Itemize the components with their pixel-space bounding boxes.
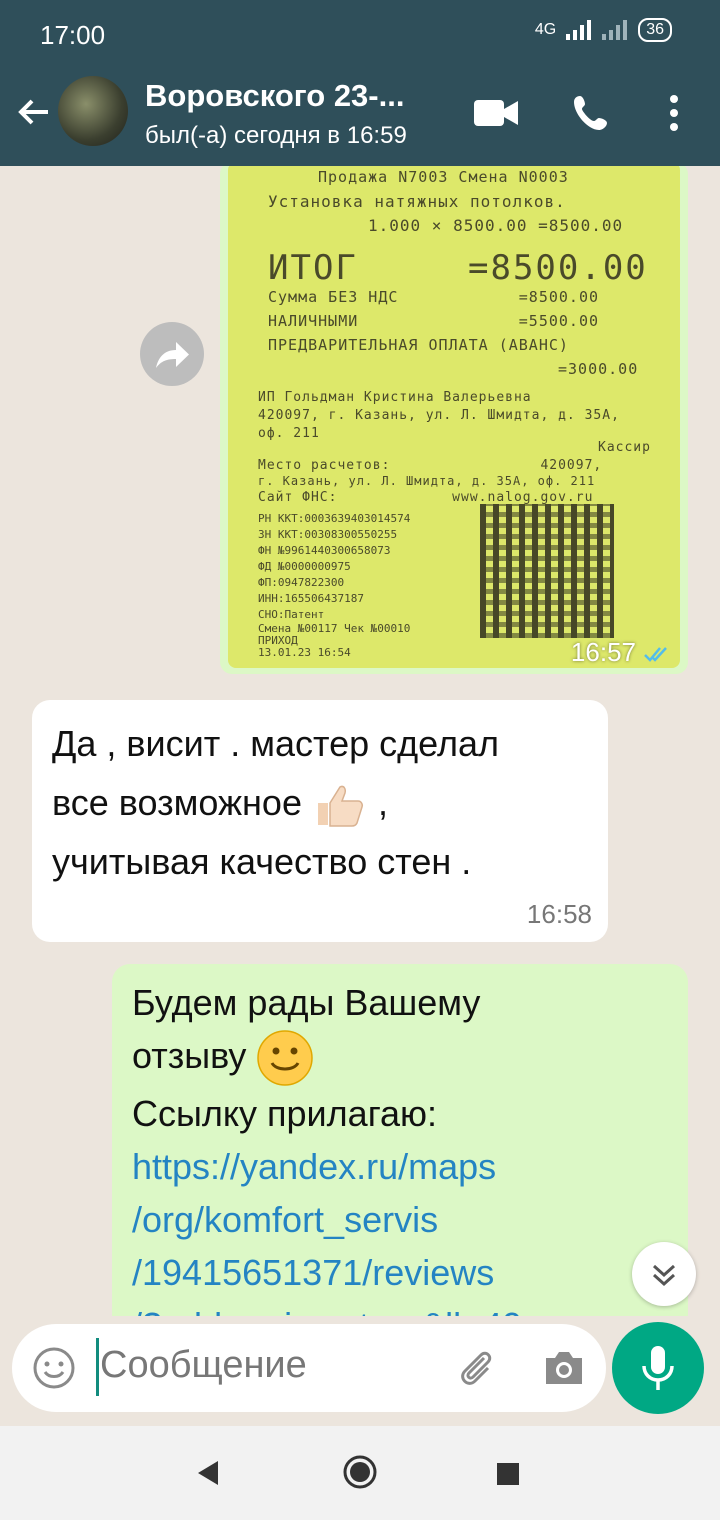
message-line: Будем рады Вашему — [132, 982, 481, 1023]
receipt-line: ЗН ККТ:00308300550255 — [258, 528, 398, 541]
receipt-line: ФН №9961440300658073 — [258, 544, 391, 557]
receipt-line: ИП Гольдман Кристина Валерьевна — [258, 390, 532, 405]
receipt-line: Место расчетов: 420097, — [258, 458, 603, 473]
chat-header: Воровского 23-... был(-а) сегодня в 16:5… — [0, 68, 720, 166]
thumbs-up-emoji — [317, 786, 363, 828]
message-time: 16:58 — [526, 899, 592, 929]
receipt-line: Установка натяжных потолков. — [268, 192, 566, 211]
signal-icon — [566, 20, 592, 40]
forward-button[interactable] — [140, 322, 204, 386]
more-icon[interactable] — [668, 94, 680, 132]
receipt-line: СНО:Патент — [258, 608, 325, 621]
receipt-line: ФП:0947822300 — [258, 576, 345, 589]
message-line: Да , висит . мастер сделал — [52, 723, 500, 764]
nav-back-icon[interactable] — [196, 1460, 220, 1486]
review-link-part[interactable]: /org/komfort_servis — [132, 1193, 672, 1246]
receipt-line: 420097, г. Казань, ул. Л. Шмидта, д. 35А… — [258, 408, 620, 423]
message-line-text: отзыву — [132, 1035, 247, 1076]
smile-emoji — [257, 1030, 314, 1087]
message-line-2: отзыву — [132, 1029, 672, 1087]
receipt-line: оф. 211 — [258, 426, 320, 441]
receipt-line: Сайт ФНС: www.nalog.gov.ru — [258, 490, 594, 505]
qr-code — [480, 504, 614, 638]
forward-icon — [156, 342, 189, 368]
receipt-line: г. Казань, ул. Л. Шмидта, д. 35А, оф. 21… — [258, 474, 596, 488]
message-input[interactable]: Сообщение — [100, 1344, 307, 1387]
message-text: Будем рады Вашему отзыву Ссылку прилагаю… — [132, 976, 672, 1316]
image-message[interactable]: Продажа N7003 Смена N0003 Установка натя… — [220, 166, 688, 674]
attach-icon[interactable] — [454, 1346, 500, 1392]
mic-button[interactable] — [612, 1322, 704, 1414]
camera-icon[interactable] — [542, 1348, 586, 1388]
receipt-total-label: ИТОГ — [268, 248, 358, 288]
contact-name[interactable]: Воровского 23-... — [145, 78, 404, 114]
nav-recents-icon[interactable] — [496, 1462, 520, 1486]
phone-icon[interactable] — [574, 94, 610, 132]
receipt-line: НАЛИЧНЫМИ =5500.00 — [268, 312, 600, 330]
receipt-line: =3000.00 — [558, 360, 639, 378]
signal-2-icon — [602, 20, 628, 40]
message-line-tail: , — [378, 782, 389, 823]
receipt-line: Продажа N7003 Смена N0003 — [318, 168, 569, 186]
video-call-icon[interactable] — [474, 98, 518, 128]
last-seen: был(-а) сегодня в 16:59 — [145, 122, 407, 149]
receipt-line: Сумма БЕЗ НДС =8500.00 — [268, 288, 600, 306]
receipt-total-value: =8500.00 — [468, 248, 648, 288]
message-text: Да , висит . мастер сделал все возможное… — [52, 714, 592, 891]
double-check-icon — [644, 647, 667, 662]
emoji-icon[interactable] — [32, 1346, 76, 1390]
receipt-line: 13.01.23 16:54 — [258, 646, 351, 659]
message-line-3: учитывая качество стен . — [52, 841, 472, 882]
receipt-line: ФД №0000000975 — [258, 560, 351, 573]
review-link-part[interactable]: /19415651371/reviews — [132, 1246, 672, 1299]
system-nav-bar — [0, 1426, 720, 1520]
status-time: 17:00 — [40, 20, 106, 50]
message-line-text: все возможное — [52, 782, 302, 823]
battery-icon: 36 — [638, 18, 672, 42]
message-line-2: все возможное , — [52, 773, 592, 832]
text-cursor — [96, 1338, 99, 1396]
receipt-line: Кассир — [598, 440, 651, 455]
chat-area[interactable]: Продажа N7003 Смена N0003 Установка натя… — [0, 166, 720, 1316]
status-icons: 4G 36 — [535, 18, 672, 42]
network-label: 4G — [534, 21, 557, 38]
message-composer[interactable]: Сообщение — [12, 1324, 606, 1412]
avatar[interactable] — [58, 76, 128, 146]
mic-icon — [642, 1346, 674, 1390]
nav-home-icon[interactable] — [342, 1454, 378, 1490]
receipt-line: ПРЕДВАРИТЕЛЬНАЯ ОПЛАТА (АВАНС) — [268, 336, 569, 354]
review-link[interactable]: https://yandex.ru/maps /org/komfort_serv… — [132, 1140, 672, 1316]
review-link-part[interactable]: /?add-review=true&ll=49 — [132, 1299, 672, 1316]
receipt-line: 1.000 × 8500.00 =8500.00 — [368, 216, 624, 235]
scroll-down-button[interactable] — [632, 1242, 696, 1306]
back-arrow-icon[interactable] — [14, 92, 54, 132]
message-line-3: Ссылку прилагаю: — [132, 1093, 438, 1135]
outgoing-message[interactable]: Будем рады Вашему отзыву Ссылку прилагаю… — [112, 964, 688, 1316]
incoming-message[interactable]: Да , висит . мастер сделал все возможное… — [32, 700, 608, 942]
receipt-photo[interactable]: Продажа N7003 Смена N0003 Установка натя… — [228, 166, 680, 668]
status-bar: 17:00 4G 36 — [0, 0, 720, 68]
chevron-down-icon — [652, 1264, 676, 1287]
message-time: 16:57 — [570, 637, 636, 667]
receipt-line: РН ККТ:0003639403014574 — [258, 512, 411, 525]
review-link-part[interactable]: https://yandex.ru/maps — [132, 1140, 672, 1193]
receipt-line: ИНН:165506437187 — [258, 592, 364, 605]
